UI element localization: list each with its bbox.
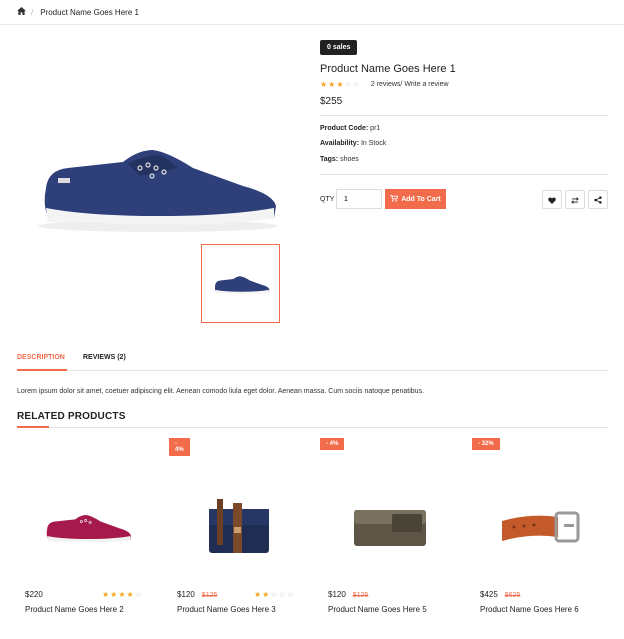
divider [320, 115, 608, 116]
tabs-divider [17, 370, 608, 371]
spec-tags: Tags: shoes [320, 156, 359, 163]
cart-icon [390, 194, 399, 204]
discount-badge: - 32% [472, 438, 500, 450]
product-price: $120 $125 [328, 590, 369, 599]
spec-availability: Availability: In Stock [320, 140, 387, 147]
related-products-heading: RELATED PRODUCTS [17, 411, 126, 422]
related-product-card[interactable]: - 4% $220 ★★★★☆ Product Name Goes Here 2 [17, 437, 190, 622]
add-to-cart-button[interactable]: Add To Cart [385, 189, 446, 209]
product-price: $120 $125 [177, 590, 218, 599]
tab-reviews[interactable]: REVIEWS (2) [83, 354, 126, 361]
product-image[interactable] [472, 477, 612, 577]
qty-label: QTY [320, 196, 335, 203]
product-name[interactable]: Product Name Goes Here 3 [177, 605, 276, 614]
tab-description[interactable]: DESCRIPTION [17, 354, 65, 361]
active-tab-indicator [17, 369, 67, 371]
wishlist-button[interactable] [542, 190, 562, 209]
related-product-card[interactable]: - 4% $120 $125 Product Name Goes Here 5 [320, 437, 460, 622]
home-icon[interactable] [17, 7, 26, 17]
product-image[interactable] [320, 477, 460, 577]
quantity-input[interactable] [336, 189, 382, 209]
product-main-image[interactable] [28, 128, 283, 238]
compare-button[interactable] [565, 190, 585, 209]
related-heading-underline [17, 426, 49, 428]
product-name[interactable]: Product Name Goes Here 2 [25, 605, 124, 614]
breadcrumb-current: Product Name Goes Here 1 [40, 7, 139, 17]
rating-stars: ★★☆☆☆ [254, 590, 295, 599]
related-product-card[interactable]: $120 $125 ★★☆☆☆ Product Name Goes Here 3 [169, 437, 309, 622]
breadcrumb: / Product Name Goes Here 1 [0, 0, 624, 25]
product-price: $220 [25, 590, 43, 599]
product-thumbnail[interactable] [201, 244, 280, 323]
related-product-card[interactable]: - 32% $425 $625 Product Name Goes Here 6 [472, 437, 612, 622]
related-divider [17, 427, 608, 428]
reviews-link[interactable]: 2 reviews/ Write a review [371, 81, 449, 88]
discount-badge: - 4% [320, 438, 345, 450]
sales-count-badge: 0 sales [320, 40, 358, 55]
share-icon [594, 191, 602, 209]
rating-stars: ★★★☆☆ [320, 80, 361, 89]
description-text: Lorem ipsum dolor sit amet, coetuer adip… [17, 388, 425, 395]
compare-arrows-icon [571, 191, 579, 209]
product-price: $255 [320, 96, 343, 107]
product-image[interactable] [17, 477, 157, 577]
heart-icon [548, 191, 556, 209]
product-image[interactable] [169, 477, 309, 577]
product-rating: ★★★☆☆ 2 reviews/ Write a review [320, 80, 449, 89]
spec-product-code: Product Code: pr1 [320, 125, 381, 132]
product-name[interactable]: Product Name Goes Here 6 [480, 605, 579, 614]
product-title: Product Name Goes Here 1 [320, 63, 456, 75]
divider [320, 174, 608, 175]
product-name[interactable]: Product Name Goes Here 5 [328, 605, 427, 614]
rating-stars: ★★★★☆ [102, 590, 143, 599]
breadcrumb-separator: / [31, 7, 34, 17]
product-price: $425 $625 [480, 590, 521, 599]
share-button[interactable] [588, 190, 608, 209]
